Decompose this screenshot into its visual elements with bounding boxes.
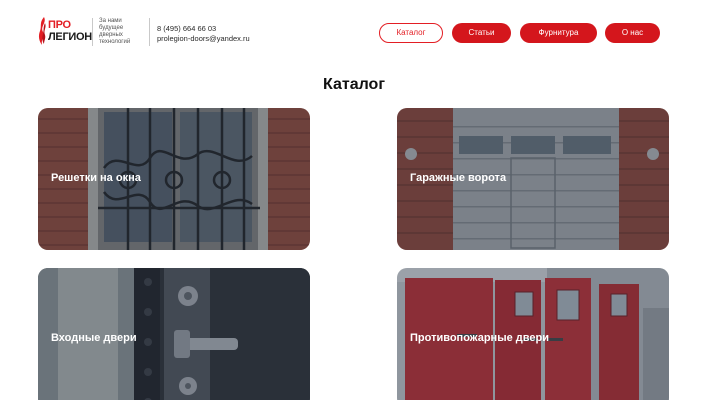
logo-text: ПРО ЛЕГИОН	[48, 19, 92, 43]
card-label: Противопожарные двери	[410, 332, 549, 344]
phone-link[interactable]: 8 (495) 664 66 03	[157, 24, 250, 34]
catalog-card-window-grilles[interactable]: Решетки на окна	[38, 108, 310, 250]
catalog-card-fire-doors[interactable]: Противопожарные двери	[397, 268, 669, 400]
nav-articles-button[interactable]: Статьи	[452, 23, 511, 43]
page-title: Каталог	[323, 76, 385, 93]
site-header: ПРО ЛЕГИОН За нами будущее дверных техно…	[0, 0, 720, 64]
catalog-card-entrance-doors[interactable]: Входные двери	[38, 268, 310, 400]
card-label: Гаражные ворота	[410, 172, 507, 184]
email-link[interactable]: prolegion-doors@yandex.ru	[157, 34, 250, 44]
logo-line-1: ПРО	[48, 19, 71, 31]
site-logo[interactable]: ПРО ЛЕГИОН	[38, 17, 92, 47]
nav-about-button[interactable]: О нас	[605, 23, 660, 43]
contacts: 8 (495) 664 66 03 prolegion-doors@yandex…	[157, 24, 250, 44]
header-divider	[149, 18, 150, 46]
card-label: Решетки на окна	[51, 172, 141, 184]
catalog-card-garage-doors[interactable]: Гаражные ворота	[397, 108, 669, 250]
logo-line-2: ЛЕГИОН	[48, 31, 92, 43]
flame-icon	[38, 17, 46, 45]
nav-catalog-button[interactable]: Каталог	[379, 23, 443, 43]
nav-fittings-button[interactable]: Фурнитура	[520, 23, 597, 43]
header-divider	[92, 18, 93, 46]
card-label: Входные двери	[51, 332, 137, 344]
tagline: За нами будущее дверных технологий	[99, 18, 131, 45]
